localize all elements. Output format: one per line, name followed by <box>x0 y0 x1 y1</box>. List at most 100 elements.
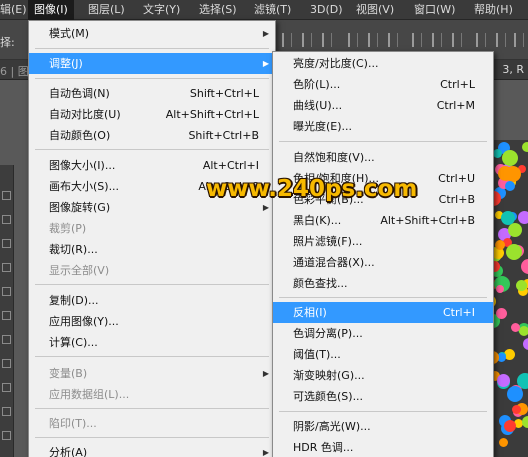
artwork-dot <box>519 326 528 336</box>
artwork-dot <box>523 338 528 350</box>
artwork-dot <box>499 438 508 447</box>
distribute-left-icon[interactable] <box>476 33 486 47</box>
menu-separator <box>35 408 269 409</box>
artwork-dot <box>498 166 513 181</box>
tools-panel <box>0 165 14 457</box>
menu-item-color-lookup[interactable]: 颜色查找... <box>273 273 493 294</box>
menu-help[interactable]: 帮助(H) <box>474 0 513 20</box>
distribute-bottom-icon[interactable] <box>452 33 462 47</box>
artwork-dot <box>505 181 515 191</box>
align-top-icon[interactable] <box>282 33 292 47</box>
artwork-dot <box>504 420 516 432</box>
pen-tool-icon[interactable] <box>2 431 11 440</box>
artwork-dot <box>497 374 510 387</box>
menu-separator <box>279 141 487 142</box>
image-menu-dropdown: 模式(M) ▶ 调整(J) ▶ 自动色调(N) Shift+Ctrl+L 自动对比度(… <box>28 20 276 457</box>
align-bottom-icon[interactable] <box>322 33 332 47</box>
menu-separator <box>279 411 487 412</box>
menu-item-curves[interactable]: 曲线(U)... Ctrl+M <box>273 95 493 116</box>
menu-item-duplicate[interactable]: 复制(D)... <box>29 290 275 311</box>
menu-item-adjustments[interactable]: 调整(J) ▶ <box>29 53 275 74</box>
align-hcenter-icon[interactable] <box>368 33 378 47</box>
menu-item-shadows-highlights[interactable]: 阴影/高光(W)... <box>273 416 493 437</box>
menu-item-auto-tone[interactable]: 自动色调(N) Shift+Ctrl+L <box>29 83 275 104</box>
document-tab-info: 3, R <box>502 63 524 76</box>
submenu-arrow-icon: ▶ <box>262 29 269 38</box>
gradient-tool-icon[interactable] <box>2 407 11 416</box>
menu-item-auto-color[interactable]: 自动颜色(O) Shift+Ctrl+B <box>29 125 275 146</box>
menu-item-levels[interactable]: 色阶(L)... Ctrl+L <box>273 74 493 95</box>
menu-item-image-size[interactable]: 图像大小(I)... Alt+Ctrl+I <box>29 155 275 176</box>
menu-item-photo-filter[interactable]: 照片滤镜(F)... <box>273 231 493 252</box>
menu-item-apply-image[interactable]: 应用图像(Y)... <box>29 311 275 332</box>
artwork-dot <box>502 150 518 166</box>
menu-item-analysis[interactable]: 分析(A) ▶ <box>29 442 275 457</box>
menu-view[interactable]: 视图(V) <box>356 0 394 20</box>
menu-item-variables: 变量(B) ▶ <box>29 363 275 384</box>
menu-item-hdr-toning[interactable]: HDR 色调... <box>273 437 493 457</box>
menu-window[interactable]: 窗口(W) <box>414 0 455 20</box>
menu-item-mode[interactable]: 模式(M) ▶ <box>29 23 275 44</box>
artwork-dot <box>506 244 522 260</box>
menu-item-apply-data-set: 应用数据组(L)... <box>49 388 130 401</box>
menu-item-selective-color[interactable]: 可选颜色(S)... <box>273 386 493 407</box>
menu-item-auto-contrast[interactable]: 自动对比度(U) Alt+Shift+Ctrl+L <box>29 104 275 125</box>
artwork-dot <box>511 323 520 332</box>
menu-layer[interactable]: 图层(L) <box>88 0 125 20</box>
distribute-vcenter-icon[interactable] <box>432 33 442 47</box>
eyedropper-tool-icon[interactable] <box>2 311 11 320</box>
menu-item-trap: 陷印(T)... <box>49 417 97 430</box>
menu-item-channel-mixer[interactable]: 通道混合器(X)... <box>273 252 493 273</box>
lasso-tool-icon[interactable] <box>2 239 11 248</box>
crop-tool-icon[interactable] <box>2 287 11 296</box>
menu-3d[interactable]: 3D(D) <box>310 0 343 20</box>
distribute-hcenter-icon[interactable] <box>496 33 506 47</box>
submenu-arrow-icon: ▶ <box>262 369 269 378</box>
align-vcenter-icon[interactable] <box>302 33 312 47</box>
menu-item-vibrance[interactable]: 自然饱和度(V)... <box>273 147 493 168</box>
submenu-arrow-icon: ▶ <box>262 448 269 457</box>
artwork-dot <box>516 280 527 291</box>
distribute-top-icon[interactable] <box>412 33 422 47</box>
align-right-icon[interactable] <box>388 33 398 47</box>
options-label: 择: <box>0 36 15 49</box>
move-tool-icon[interactable] <box>2 191 11 200</box>
stamp-tool-icon[interactable] <box>2 359 11 368</box>
menu-separator <box>279 297 487 298</box>
menu-item-invert[interactable]: 反相(I) Ctrl+I <box>273 302 493 323</box>
menu-item-posterize[interactable]: 色调分离(P)... <box>273 323 493 344</box>
artwork-dot <box>521 259 528 274</box>
menu-image[interactable]: 图像(I) <box>28 0 74 20</box>
artwork-dot <box>496 285 504 293</box>
quick-select-tool-icon[interactable] <box>2 263 11 272</box>
menu-separator <box>35 284 269 285</box>
menu-item-trim[interactable]: 裁切(R)... <box>29 239 275 260</box>
artwork-dot <box>518 211 528 224</box>
menu-select[interactable]: 选择(S) <box>199 0 237 20</box>
menu-item-black-white[interactable]: 黑白(K)... Alt+Shift+Ctrl+B <box>273 210 493 231</box>
marquee-tool-icon[interactable] <box>2 215 11 224</box>
brush-tool-icon[interactable] <box>2 335 11 344</box>
artwork-dot <box>507 386 523 402</box>
artwork-dot <box>501 211 515 225</box>
distribute-right-icon[interactable] <box>514 33 524 47</box>
document-tab[interactable]: 6 | 图 <box>0 63 29 79</box>
adjustments-submenu: 亮度/对比度(C)... 色阶(L)... Ctrl+L 曲线(U)... Ctrl… <box>272 51 494 457</box>
artwork-dot <box>493 149 502 158</box>
menu-bar: 辑(E) 图像(I) 图层(L) 文字(Y) 选择(S) 滤镜(T) 3D(D)… <box>0 0 528 20</box>
menu-filter[interactable]: 滤镜(T) <box>254 0 291 20</box>
submenu-arrow-icon: ▶ <box>262 59 269 68</box>
menu-separator <box>35 78 269 79</box>
eraser-tool-icon[interactable] <box>2 383 11 392</box>
menu-edit[interactable]: 辑(E) <box>0 0 27 20</box>
align-left-icon[interactable] <box>348 33 358 47</box>
menu-item-exposure[interactable]: 曝光度(E)... <box>273 116 493 137</box>
watermark-text: www.240ps.com <box>206 176 418 202</box>
menu-item-calculations[interactable]: 计算(C)... <box>29 332 275 353</box>
menu-item-gradient-map[interactable]: 渐变映射(G)... <box>273 365 493 386</box>
menu-separator <box>35 149 269 150</box>
menu-item-brightness-contrast[interactable]: 亮度/对比度(C)... <box>273 53 493 74</box>
menu-type[interactable]: 文字(Y) <box>143 0 180 20</box>
artwork-dot <box>496 308 507 319</box>
menu-item-threshold[interactable]: 阈值(T)... <box>273 344 493 365</box>
